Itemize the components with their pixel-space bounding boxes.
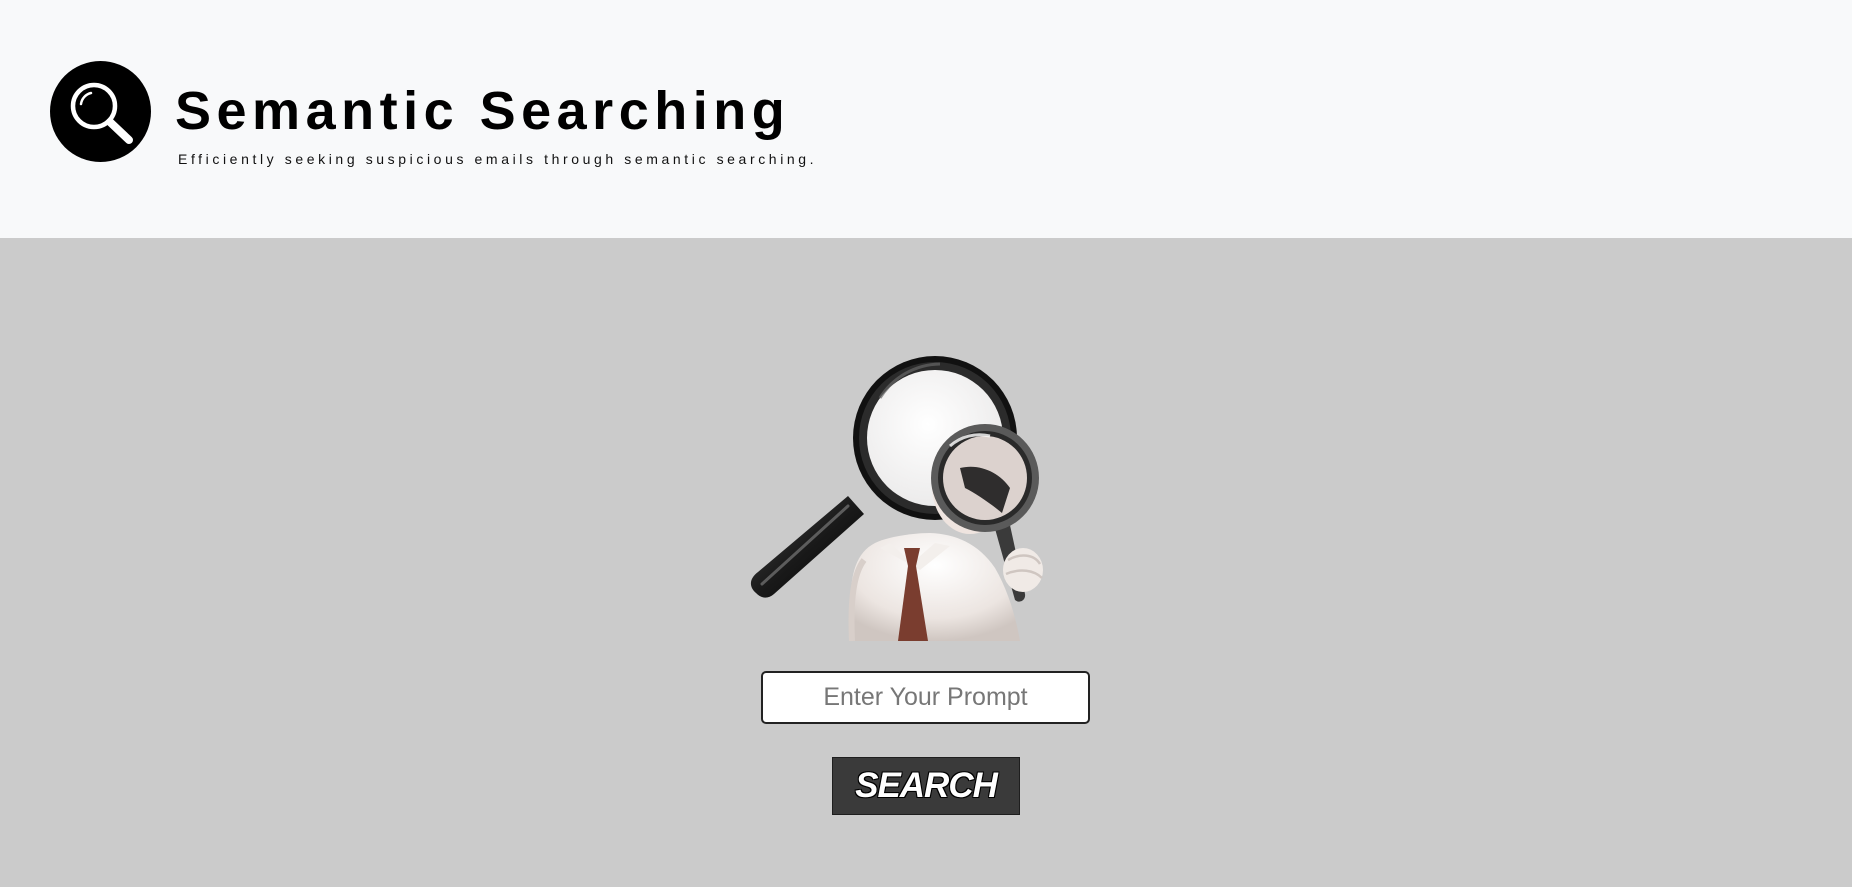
page-title: Semantic Searching (175, 81, 791, 141)
page-subtitle: Efficiently seeking suspicious emails th… (178, 151, 818, 167)
site-header: Semantic Searching Efficiently seeking s… (0, 0, 1852, 238)
magnifier-icon (50, 61, 151, 162)
search-panel: SEARCH (0, 238, 1852, 887)
prompt-input[interactable] (761, 671, 1090, 724)
search-button[interactable]: SEARCH (832, 757, 1020, 815)
detective-illustration (750, 356, 1043, 641)
